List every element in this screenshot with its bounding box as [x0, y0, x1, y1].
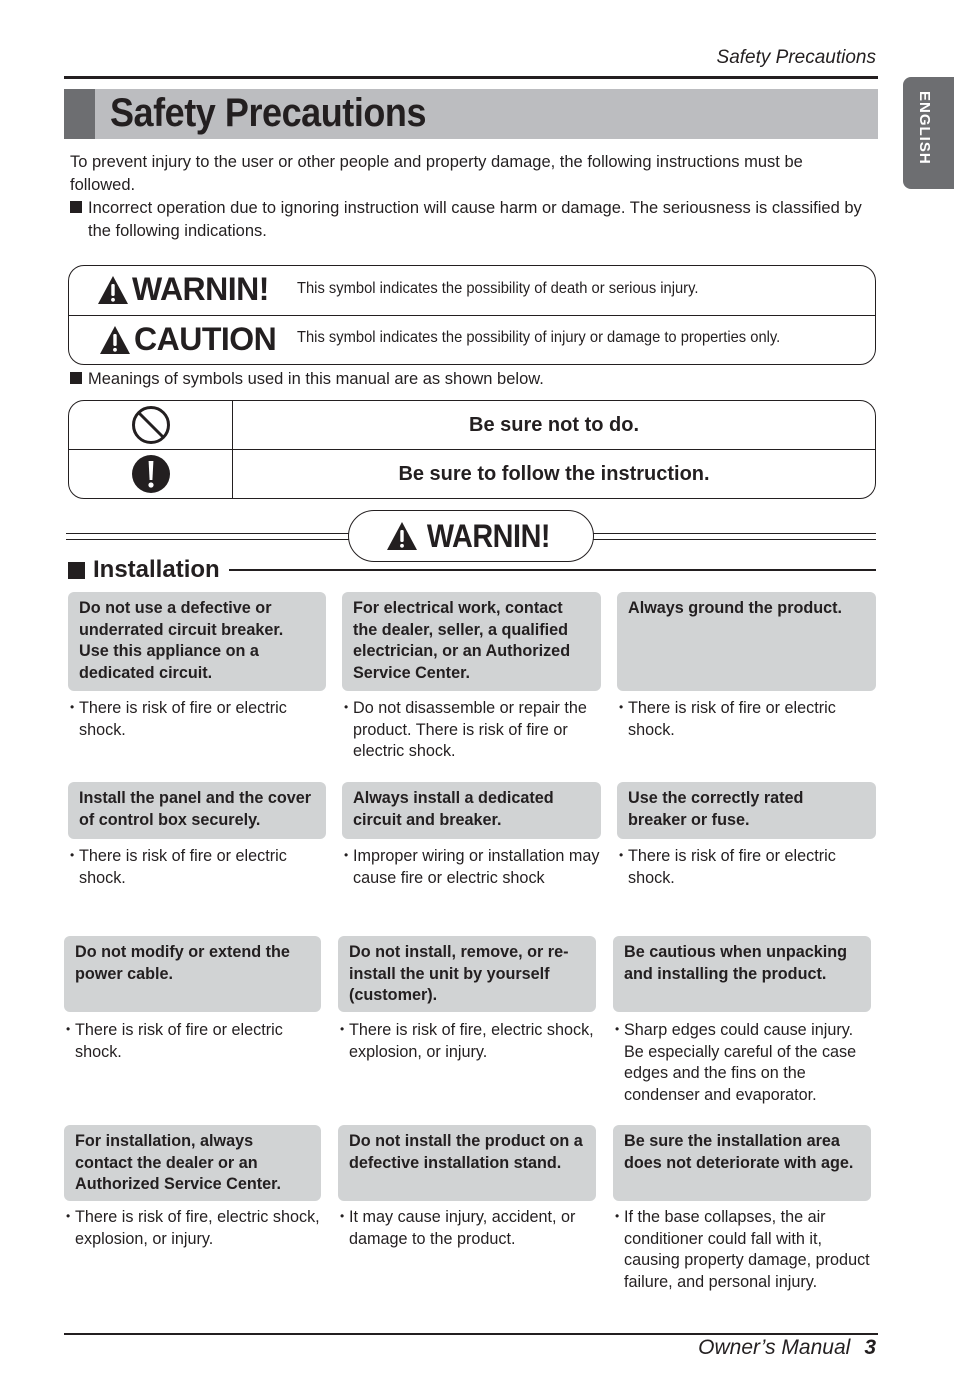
symbol-icon-cell [69, 450, 233, 498]
prohibited-icon [131, 406, 170, 444]
instruction-note: • It may cause injury, accident, or damag… [340, 1208, 576, 1248]
instruction-card: Install the panel and the cover of contr… [68, 782, 326, 839]
instruction-note: • Do not disassemble or repair the produc… [344, 699, 587, 760]
symbol-meaning: Be sure not to do. [469, 413, 639, 436]
warning-triangle-icon [100, 325, 130, 354]
instruction-card: Be cautious when unpacking and installin… [613, 936, 871, 1012]
symbols-note-text: Meanings of symbols used in this manual … [88, 370, 544, 388]
section-rule [229, 569, 876, 571]
page-title: Safety Precautions [110, 91, 427, 135]
instruction-note: • There is risk of fire or electric shock… [70, 847, 287, 887]
symbols-table: Be sure not to do. Be sure to follow the… [68, 400, 876, 499]
warning-label: WARNIN! [97, 271, 269, 308]
intro-text: To prevent injury to the user or other p… [70, 151, 870, 242]
section-title: Installation [93, 556, 220, 583]
intro-bullet-text: Incorrect operation due to ignoring inst… [88, 199, 862, 240]
caution-description: This symbol indicates the possibility of… [297, 329, 781, 346]
warning-description: This symbol indicates the possibility of… [297, 280, 699, 297]
language-tab-label: ENGLISH [916, 91, 933, 165]
language-tab[interactable]: ENGLISH [903, 77, 954, 189]
instruction-note: • There is risk of fire or electric shock… [619, 699, 836, 739]
square-bullet-icon [68, 561, 85, 579]
warning-triangle-icon [98, 275, 128, 304]
instruction-card: Use the correctly rated breaker or fuse. [617, 782, 876, 839]
instruction-note: • There is risk of fire, electric shock, … [66, 1208, 320, 1248]
instruction-card: Be sure the installation area does not d… [613, 1125, 871, 1201]
symbol-row-mandatory: Be sure to follow the instruction. [69, 449, 875, 498]
warning-banner-label: WARNIN! [426, 517, 550, 554]
instruction-note: • There is risk of fire, electric shock, … [340, 1021, 594, 1061]
top-rule [64, 76, 878, 79]
instruction-card: For electrical work, contact the dealer,… [342, 592, 601, 691]
legend-row-warning: WARNIN! This symbol indicates the possib… [69, 266, 875, 315]
instruction-card: Do not install the product on a defectiv… [338, 1125, 596, 1201]
caution-label-text: CAUTION [134, 321, 277, 357]
symbol-row-prohibited: Be sure not to do. [69, 401, 875, 449]
symbols-note: Meanings of symbols used in this manual … [70, 370, 544, 389]
instruction-note: • If the base collapses, the air conditio… [615, 1208, 870, 1291]
footer: Owner’s Manual 3 [600, 1336, 876, 1360]
symbol-icon-cell [69, 401, 233, 449]
divider-double-rule [66, 533, 349, 540]
instruction-note: • Improper wiring or installation may cau… [344, 847, 600, 887]
title-marker [64, 89, 95, 139]
running-header-title: Safety Precautions [716, 47, 876, 68]
warning-banner: WARNIN! [348, 510, 594, 562]
intro-paragraph: To prevent injury to the user or other p… [70, 153, 803, 194]
footer-manual-label: Owner’s Manual [698, 1336, 851, 1359]
instruction-card: Do not modify or extend the power cable. [64, 936, 321, 1012]
instruction-card: Do not use a defective or underrated cir… [68, 592, 326, 691]
page-number: 3 [864, 1336, 876, 1359]
symbol-meaning: Be sure to follow the instruction. [398, 462, 710, 485]
instruction-note: • There is risk of fire or electric shock… [66, 1021, 283, 1061]
intro-bullet: Incorrect operation due to ignoring inst… [70, 197, 870, 242]
square-bullet-icon [70, 201, 82, 213]
instruction-card: Always install a dedicated circuit and b… [342, 782, 601, 839]
title-bar: Safety Precautions [64, 89, 878, 139]
warning-triangle-icon [386, 522, 417, 550]
instruction-note: • There is risk of fire or electric shock… [619, 847, 836, 887]
instruction-card: Do not install, remove, or re-install th… [338, 936, 596, 1012]
square-bullet-icon [70, 372, 82, 384]
caution-label: CAUTION [99, 321, 277, 358]
legend-row-caution: CAUTION This symbol indicates the possib… [69, 315, 875, 365]
instruction-card: Always ground the product. [617, 592, 876, 691]
severity-legend: WARNIN! This symbol indicates the possib… [68, 265, 876, 365]
section-heading: Installation [68, 556, 220, 584]
instruction-note: • Sharp edges could cause injury. Be espe… [615, 1021, 857, 1104]
warning-label-text: WARNIN! [132, 271, 269, 307]
instruction-card: For installation, always contact the dea… [64, 1125, 321, 1201]
instruction-note: • There is risk of fire or electric shock… [70, 699, 287, 739]
bottom-rule [64, 1333, 878, 1335]
mandatory-exclamation-icon [131, 455, 170, 493]
divider-double-rule [593, 533, 876, 540]
